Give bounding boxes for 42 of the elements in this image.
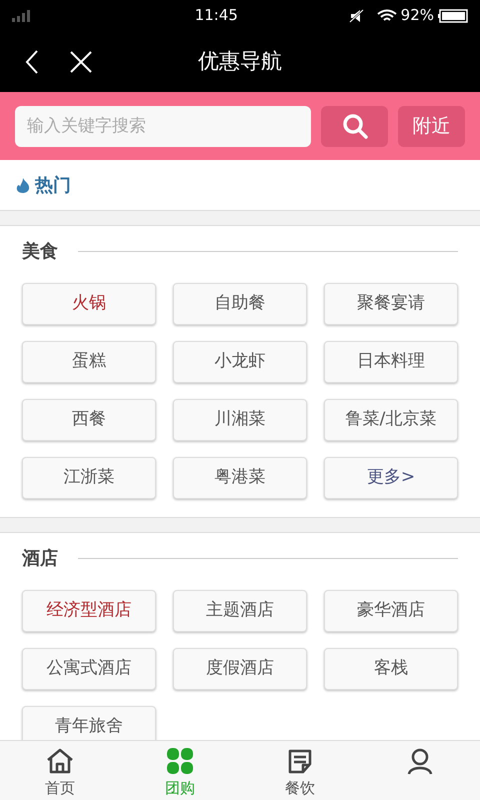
category-button[interactable]: 聚餐宴请: [324, 283, 458, 325]
category-button[interactable]: 经济型酒店: [22, 590, 156, 632]
mute-icon: [348, 8, 365, 22]
time-text: 11:45: [194, 5, 238, 26]
category-button[interactable]: 青年旅舍: [22, 706, 156, 740]
category-button[interactable]: 度假酒店: [173, 648, 307, 690]
category-button[interactable]: 主题酒店: [173, 590, 307, 632]
category-button[interactable]: 小龙虾: [173, 341, 307, 383]
close-icon: [70, 50, 92, 72]
section-title: 美食: [22, 240, 58, 264]
search-button[interactable]: [321, 106, 388, 146]
search-icon: [342, 113, 368, 139]
hot-row[interactable]: 热门: [0, 160, 480, 211]
category-button[interactable]: 鲁菜/北京菜: [324, 399, 458, 441]
hot-label: 热门: [35, 174, 71, 198]
search-field[interactable]: 输入关键字搜索: [15, 106, 311, 146]
clover-icon: [166, 747, 194, 775]
category-button[interactable]: 公寓式酒店: [22, 648, 156, 690]
category-button[interactable]: 蛋糕: [22, 341, 156, 383]
category-button[interactable]: 西餐: [22, 399, 156, 441]
back-icon: [25, 50, 39, 74]
category-button[interactable]: 自助餐: [173, 283, 307, 325]
note-icon: [286, 747, 314, 775]
flame-icon: [15, 177, 31, 193]
home-icon: [45, 747, 75, 775]
category-button[interactable]: 客栈: [324, 648, 458, 690]
person-icon: [406, 747, 434, 775]
category-button[interactable]: 豪华酒店: [324, 590, 458, 632]
category-button[interactable]: 川湘菜: [173, 399, 307, 441]
tab-item[interactable]: 餐饮: [240, 741, 360, 800]
category-button[interactable]: 日本料理: [324, 341, 458, 383]
category-button[interactable]: 火锅: [22, 283, 156, 325]
category-button[interactable]: 江浙菜: [22, 457, 156, 499]
category-button[interactable]: 更多>: [324, 457, 458, 499]
section-title: 酒店: [22, 547, 58, 571]
battery-icon: [438, 8, 468, 22]
wifi-icon: [376, 8, 397, 22]
tab-item[interactable]: 首页: [0, 741, 120, 800]
page-title: 优惠导航: [198, 48, 282, 75]
category-button[interactable]: 粤港菜: [173, 457, 307, 499]
nearby-button[interactable]: 附近: [398, 106, 465, 146]
battery-text: 92%: [400, 5, 434, 26]
